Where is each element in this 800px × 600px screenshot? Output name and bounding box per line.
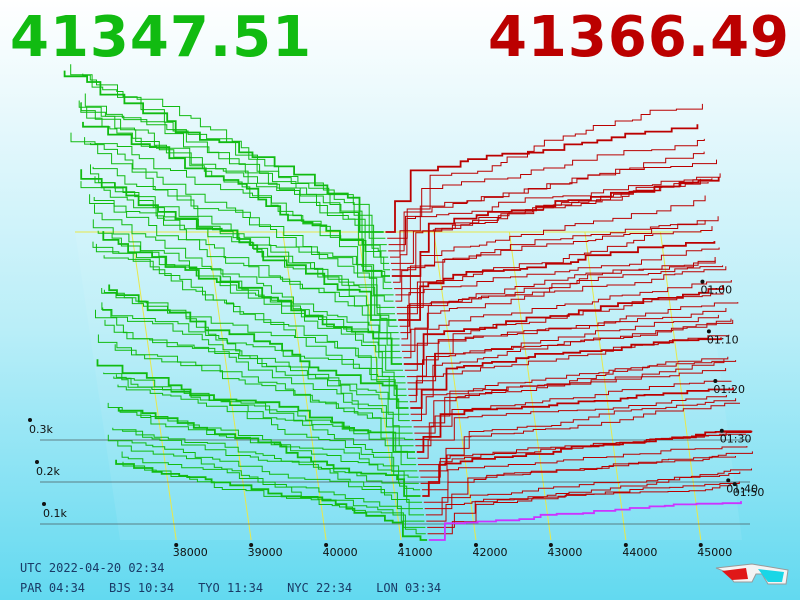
clock-nyc: NYC 22:34	[287, 581, 353, 595]
clock-tyo: TYO 11:34	[198, 581, 264, 595]
clock-lon: LON 03:34	[376, 581, 442, 595]
x-tick-label: 41000	[398, 546, 433, 559]
x-tick-label: 43000	[547, 546, 582, 559]
bid-depth-line	[82, 73, 386, 239]
y-tick-mark	[35, 460, 39, 464]
y-tick-label: 0.2k	[36, 465, 60, 478]
ask-depth-line	[385, 124, 699, 233]
utc-time: UTC 2022-04-20 02:34	[20, 561, 165, 575]
x-tick-label: 39000	[248, 546, 283, 559]
bid-depth-line	[84, 93, 387, 246]
clock-bjs: BJS 10:34	[109, 581, 175, 595]
x-tick-label: 40000	[323, 546, 358, 559]
time-tick-label: 01:50	[733, 486, 765, 499]
x-tick-label: 38000	[173, 546, 208, 559]
y-tick-mark	[28, 418, 32, 422]
time-tick-label: 01:00	[700, 284, 732, 297]
x-tick-label: 44000	[622, 546, 657, 559]
time-tick-label: 01:30	[720, 433, 752, 446]
bid-depth-line	[70, 64, 387, 252]
x-tick-label: 45000	[697, 546, 732, 559]
time-tick-label: 01:10	[707, 333, 739, 346]
world-clocks: PAR 04:34 BJS 10:34 TYO 11:34 NYC 22:34 LON …	[20, 581, 465, 595]
bid-depth-line	[63, 70, 384, 233]
time-tick-label: 01:20	[713, 383, 745, 396]
y-tick-mark	[42, 502, 46, 506]
3d-glasses-icon[interactable]	[712, 560, 792, 590]
depth-chart: 38000 39000 40000 41000 42000 43000 44000 45000…	[28, 64, 765, 559]
clock-par: PAR 04:34	[20, 581, 86, 595]
y-tick-label: 0.3k	[29, 423, 53, 436]
y-tick-label: 0.1k	[43, 507, 67, 520]
x-tick-label: 42000	[472, 546, 507, 559]
